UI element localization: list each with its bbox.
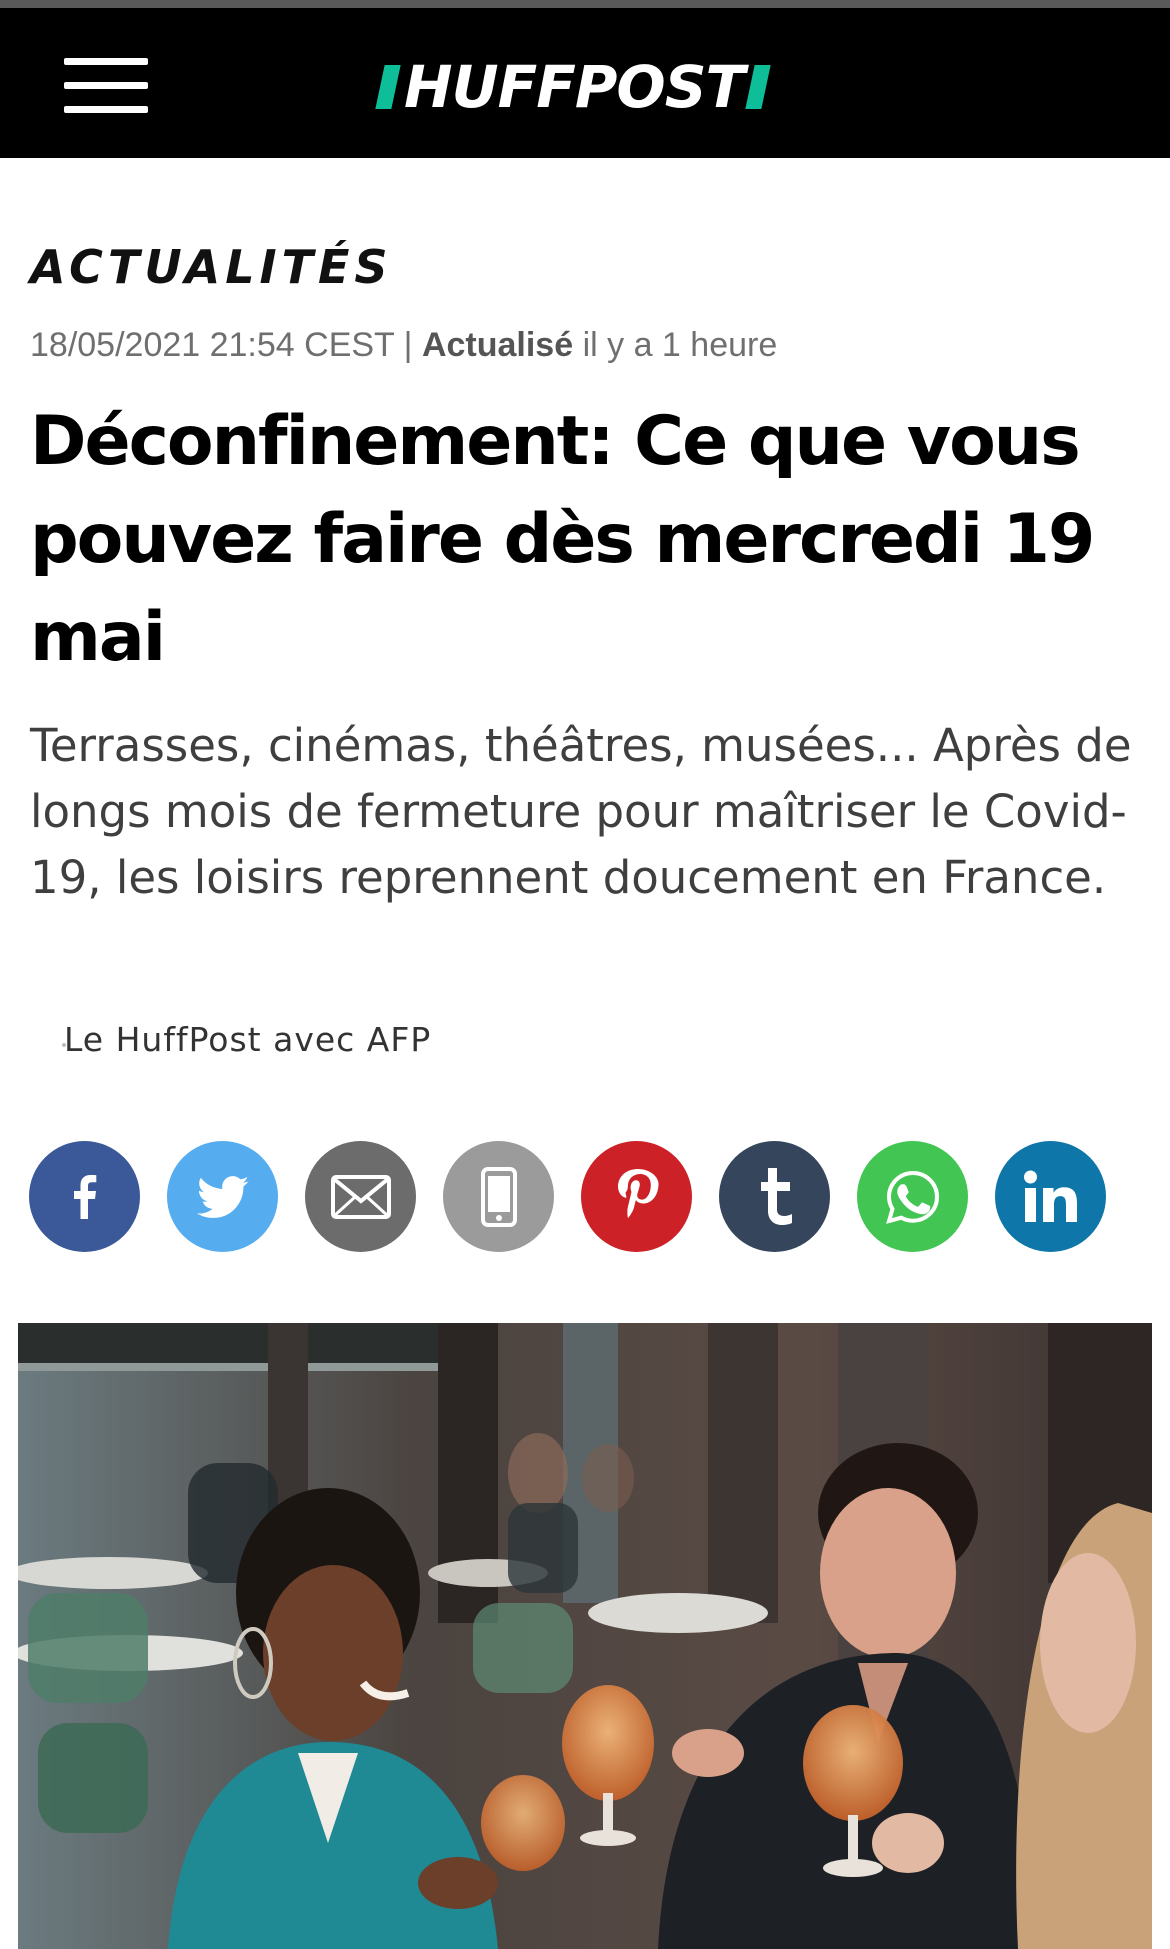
published-date: 18/05/2021 21:54 CEST | (30, 326, 422, 364)
top-navigation-bar: HUFFPOST (0, 8, 1170, 158)
logo-accent-bar-left (375, 65, 401, 109)
share-facebook-button[interactable] (29, 1141, 140, 1252)
share-email-button[interactable] (305, 1141, 416, 1252)
updated-label: Actualisé (421, 326, 574, 364)
pinterest-icon (617, 1168, 658, 1218)
share-tumblr-button[interactable] (719, 1141, 830, 1252)
linkedin-icon (1023, 1170, 1077, 1222)
terrace-cafe-photo-illustration (18, 1323, 1152, 1949)
share-sms-button[interactable] (443, 1141, 554, 1252)
mail-icon (330, 1174, 391, 1219)
article-headline: Déconfinement: Ce que vous pouvez faire … (30, 402, 1095, 677)
article-hero-photo[interactable] (18, 1323, 1152, 1949)
hamburger-menu-icon[interactable] (64, 58, 148, 118)
twitter-icon (196, 1175, 249, 1218)
logo-text: HUFFPOST (404, 53, 745, 121)
article-subtitle: Terrasses, cinémas, théâtres, musées... … (30, 719, 1132, 904)
whatsapp-icon (885, 1170, 939, 1224)
phone-icon (480, 1166, 517, 1227)
logo-accent-bar-right (745, 65, 771, 109)
updated-time: il y a 1 heure (573, 326, 778, 364)
section-label[interactable]: ACTUALITÉS (30, 240, 393, 294)
article-byline[interactable]: Le HuffPost avec AFP (64, 1020, 431, 1059)
share-pinterest-button[interactable] (581, 1141, 692, 1252)
share-linkedin-button[interactable] (995, 1141, 1106, 1252)
facebook-icon (73, 1174, 96, 1219)
huffpost-logo[interactable]: HUFFPOST (375, 52, 771, 122)
article-timestamp: 18/05/2021 21:54 CEST | Actualisé il y a… (30, 326, 777, 365)
share-bar (29, 1141, 1149, 1253)
share-whatsapp-button[interactable] (857, 1141, 968, 1252)
share-twitter-button[interactable] (167, 1141, 278, 1252)
status-strip (0, 0, 1170, 8)
tumblr-icon (760, 1167, 792, 1225)
